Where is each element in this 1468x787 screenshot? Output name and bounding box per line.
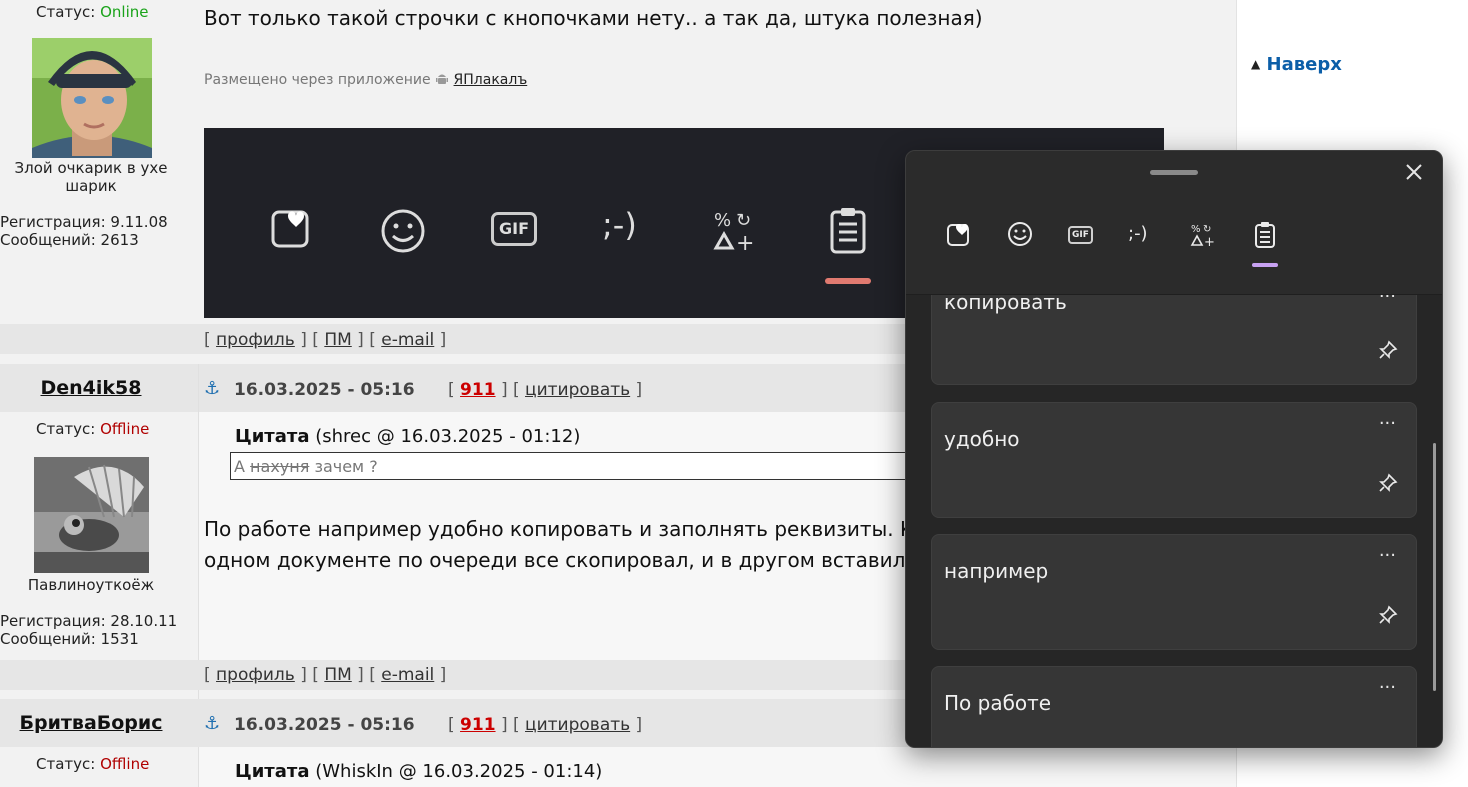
- active-tab-indicator: [825, 278, 871, 284]
- clipboard-item[interactable]: например ···: [931, 534, 1417, 650]
- active-tab-indicator: [1252, 263, 1278, 267]
- pin-button[interactable]: [1378, 340, 1398, 364]
- pm-link[interactable]: ПМ: [324, 665, 351, 685]
- svg-text:+: +: [1204, 235, 1215, 247]
- post-date: 16.03.2025 - 05:16: [234, 380, 415, 400]
- post-text-line: одном документе по очереди все скопирова…: [204, 548, 934, 572]
- anchor-icon[interactable]: ⚓: [204, 378, 220, 399]
- post-actions: [ 911 ] [ цитировать ]: [448, 380, 643, 400]
- pin-button[interactable]: [1378, 473, 1398, 497]
- app-link[interactable]: ЯПлакалъ: [454, 72, 528, 88]
- svg-text:↻: ↻: [736, 210, 751, 231]
- anchor-icon[interactable]: ⚓: [204, 713, 220, 734]
- more-options-button[interactable]: ···: [1379, 295, 1396, 307]
- drag-handle[interactable]: [1150, 170, 1198, 175]
- svg-text:↻: ↻: [1203, 224, 1211, 235]
- status-line: Статус: Online: [36, 3, 149, 21]
- gif-icon: GIF: [1068, 226, 1093, 244]
- status-online: Online: [100, 3, 149, 21]
- quote-box: А нахуня зачем ?: [230, 452, 930, 480]
- avatar[interactable]: [32, 38, 152, 158]
- message-count: Сообщений: 1531: [0, 630, 139, 648]
- emoji-icon: [380, 208, 426, 258]
- status-line: Статус: Offline: [36, 755, 150, 773]
- clipboard-icon: [828, 206, 868, 258]
- author-link[interactable]: Den4ik58: [0, 377, 182, 399]
- post-number-link[interactable]: 911: [460, 380, 496, 400]
- post-actions: [ 911 ] [ цитировать ]: [448, 715, 643, 735]
- quote-link[interactable]: цитировать: [525, 380, 630, 400]
- status-offline: Offline: [100, 755, 150, 773]
- quote-header: Цитата (WhiskIn @ 16.03.2025 - 01:14): [235, 761, 603, 782]
- status-offline: Offline: [100, 420, 150, 438]
- pm-link[interactable]: ПМ: [324, 330, 351, 350]
- email-link[interactable]: e-mail: [381, 330, 434, 350]
- clipboard-item[interactable]: удобно ···: [931, 402, 1417, 518]
- post-text-line: По работе например удобно копировать и з…: [204, 517, 939, 541]
- tab-stickers[interactable]: [946, 221, 972, 251]
- clipboard-icon: [1255, 222, 1275, 248]
- caret-up-icon: ▲: [1251, 57, 1261, 71]
- user-nick: Злой очкарик в ухе шарик: [14, 159, 168, 195]
- user-nick: Павлиноуткоёж: [27, 576, 155, 594]
- pin-button[interactable]: [1378, 605, 1398, 629]
- posted-via: Размещено через приложение ЯПлакалъ: [204, 72, 528, 88]
- post-text: Вот только такой строчки с кнопочками не…: [204, 6, 983, 30]
- svg-text:%: %: [714, 210, 731, 231]
- clipboard-list[interactable]: копировать ··· удобно ··· например ··· П…: [906, 295, 1442, 747]
- quote-link[interactable]: цитировать: [525, 715, 630, 735]
- registration: Регистрация: 28.10.11: [0, 612, 178, 630]
- pin-icon: [1379, 605, 1398, 624]
- post-footer-links: [ профиль ] [ ПМ ] [ e-mail ]: [204, 665, 447, 685]
- svg-text:+: +: [736, 231, 754, 252]
- message-count: Сообщений: 2613: [0, 231, 139, 249]
- profile-link[interactable]: профиль: [216, 665, 295, 685]
- more-options-button[interactable]: ···: [1379, 413, 1396, 434]
- more-options-button[interactable]: ···: [1379, 677, 1396, 698]
- more-options-button[interactable]: ···: [1379, 545, 1396, 566]
- clipboard-item[interactable]: копировать ···: [931, 295, 1417, 385]
- pin-icon: [1379, 340, 1398, 359]
- tab-clipboard[interactable]: [1254, 221, 1276, 253]
- close-button[interactable]: [1404, 162, 1424, 182]
- symbols-icon: %↻+: [1190, 224, 1215, 250]
- tab-emoji[interactable]: [1007, 221, 1033, 251]
- tab-symbols[interactable]: % ↻ +: [1190, 221, 1216, 251]
- android-icon: [435, 72, 449, 86]
- back-to-top-link[interactable]: ▲ Наверх: [1251, 54, 1342, 75]
- svg-text:%: %: [1191, 224, 1201, 235]
- close-icon: [1406, 164, 1422, 180]
- post-number-link[interactable]: 911: [460, 715, 496, 735]
- tab-gif[interactable]: GIF: [1068, 226, 1093, 244]
- author-link[interactable]: БритваБорис: [0, 712, 182, 734]
- post-date: 16.03.2025 - 05:16: [234, 715, 415, 735]
- registration: Регистрация: 9.11.08: [0, 213, 168, 231]
- emoji-icon: [1008, 222, 1032, 246]
- heart-sticker-icon: [270, 206, 314, 254]
- scrollbar-thumb[interactable]: [1433, 443, 1436, 691]
- heart-sticker-icon: [947, 224, 969, 246]
- quote-header: Цитата (shrec @ 16.03.2025 - 01:12): [235, 426, 581, 447]
- emoticon-icon: ;-): [602, 206, 637, 244]
- clipboard-item[interactable]: По работе ···: [931, 666, 1417, 747]
- post-footer-links: [ профиль ] [ ПМ ] [ e-mail ]: [204, 330, 447, 350]
- avatar[interactable]: [34, 457, 149, 573]
- pin-icon: [1379, 473, 1398, 492]
- symbols-icon: %↻+: [712, 208, 758, 256]
- status-line: Статус: Offline: [36, 420, 150, 438]
- gif-icon: GIF: [491, 212, 537, 246]
- email-link[interactable]: e-mail: [381, 665, 434, 685]
- tab-kaomoji[interactable]: ;-): [1128, 223, 1148, 244]
- profile-link[interactable]: профиль: [216, 330, 295, 350]
- clipboard-panel: GIF ;-) % ↻ + копировать ··· удобно ··· на…: [905, 150, 1443, 748]
